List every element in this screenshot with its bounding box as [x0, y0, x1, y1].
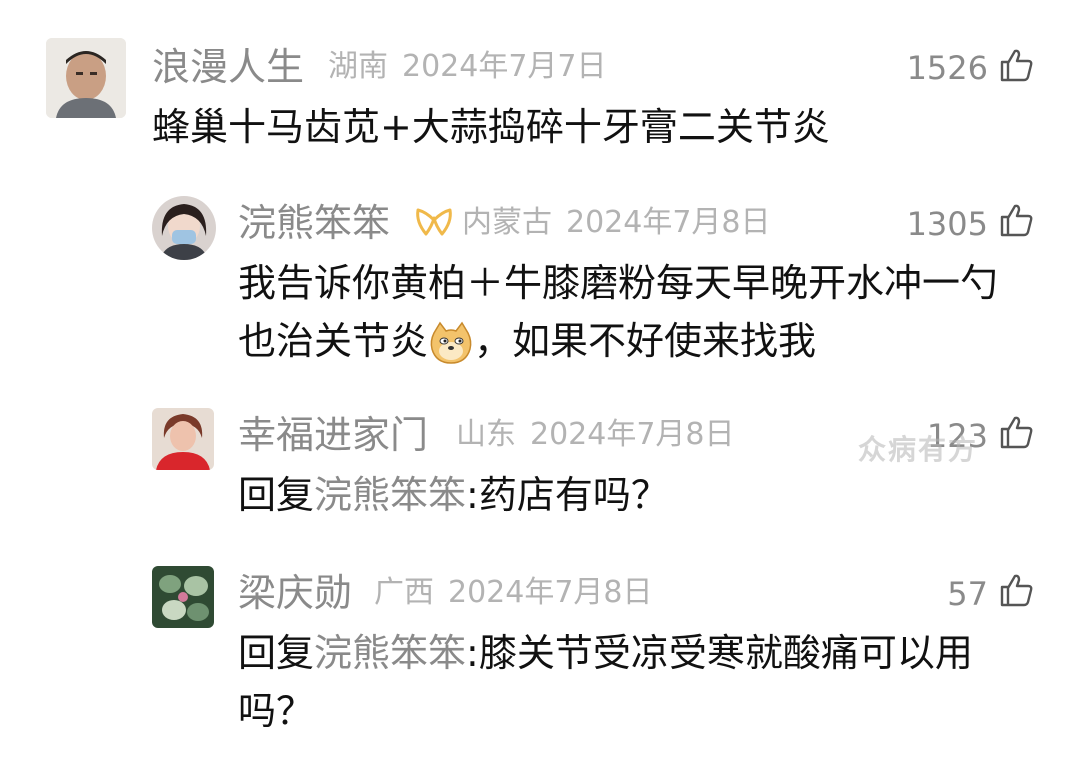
timestamp: 2024年7月8日	[448, 575, 653, 610]
comment-item: 梁庆勋 广西 2024年7月8日 57 回复浣熊笨笨:膝关节受凉受寒就酸痛可以用 …	[0, 0, 1080, 759]
comment-text-segment: :膝关节受凉受寒就酸痛可以用	[466, 631, 973, 675]
comment-text: 回复浣熊笨笨:膝关节受凉受寒就酸痛可以用 吗？	[238, 624, 1048, 740]
reply-prefix: 回复	[238, 631, 315, 675]
like-count: 57	[947, 575, 988, 613]
comment-meta: 广西 2024年7月8日	[374, 578, 653, 608]
reply-to-user[interactable]: 浣熊笨笨	[314, 631, 466, 675]
avatar[interactable]	[152, 566, 214, 628]
username[interactable]: 梁庆勋	[238, 574, 352, 612]
comment-text-line: 回复浣熊笨笨:膝关节受凉受寒就酸痛可以用	[238, 624, 1048, 682]
watermark: 众病有方	[858, 433, 979, 466]
comment-text-line: 吗？	[238, 689, 315, 733]
thumbs-up-icon[interactable]	[998, 572, 1034, 608]
location: 广西	[374, 575, 434, 610]
